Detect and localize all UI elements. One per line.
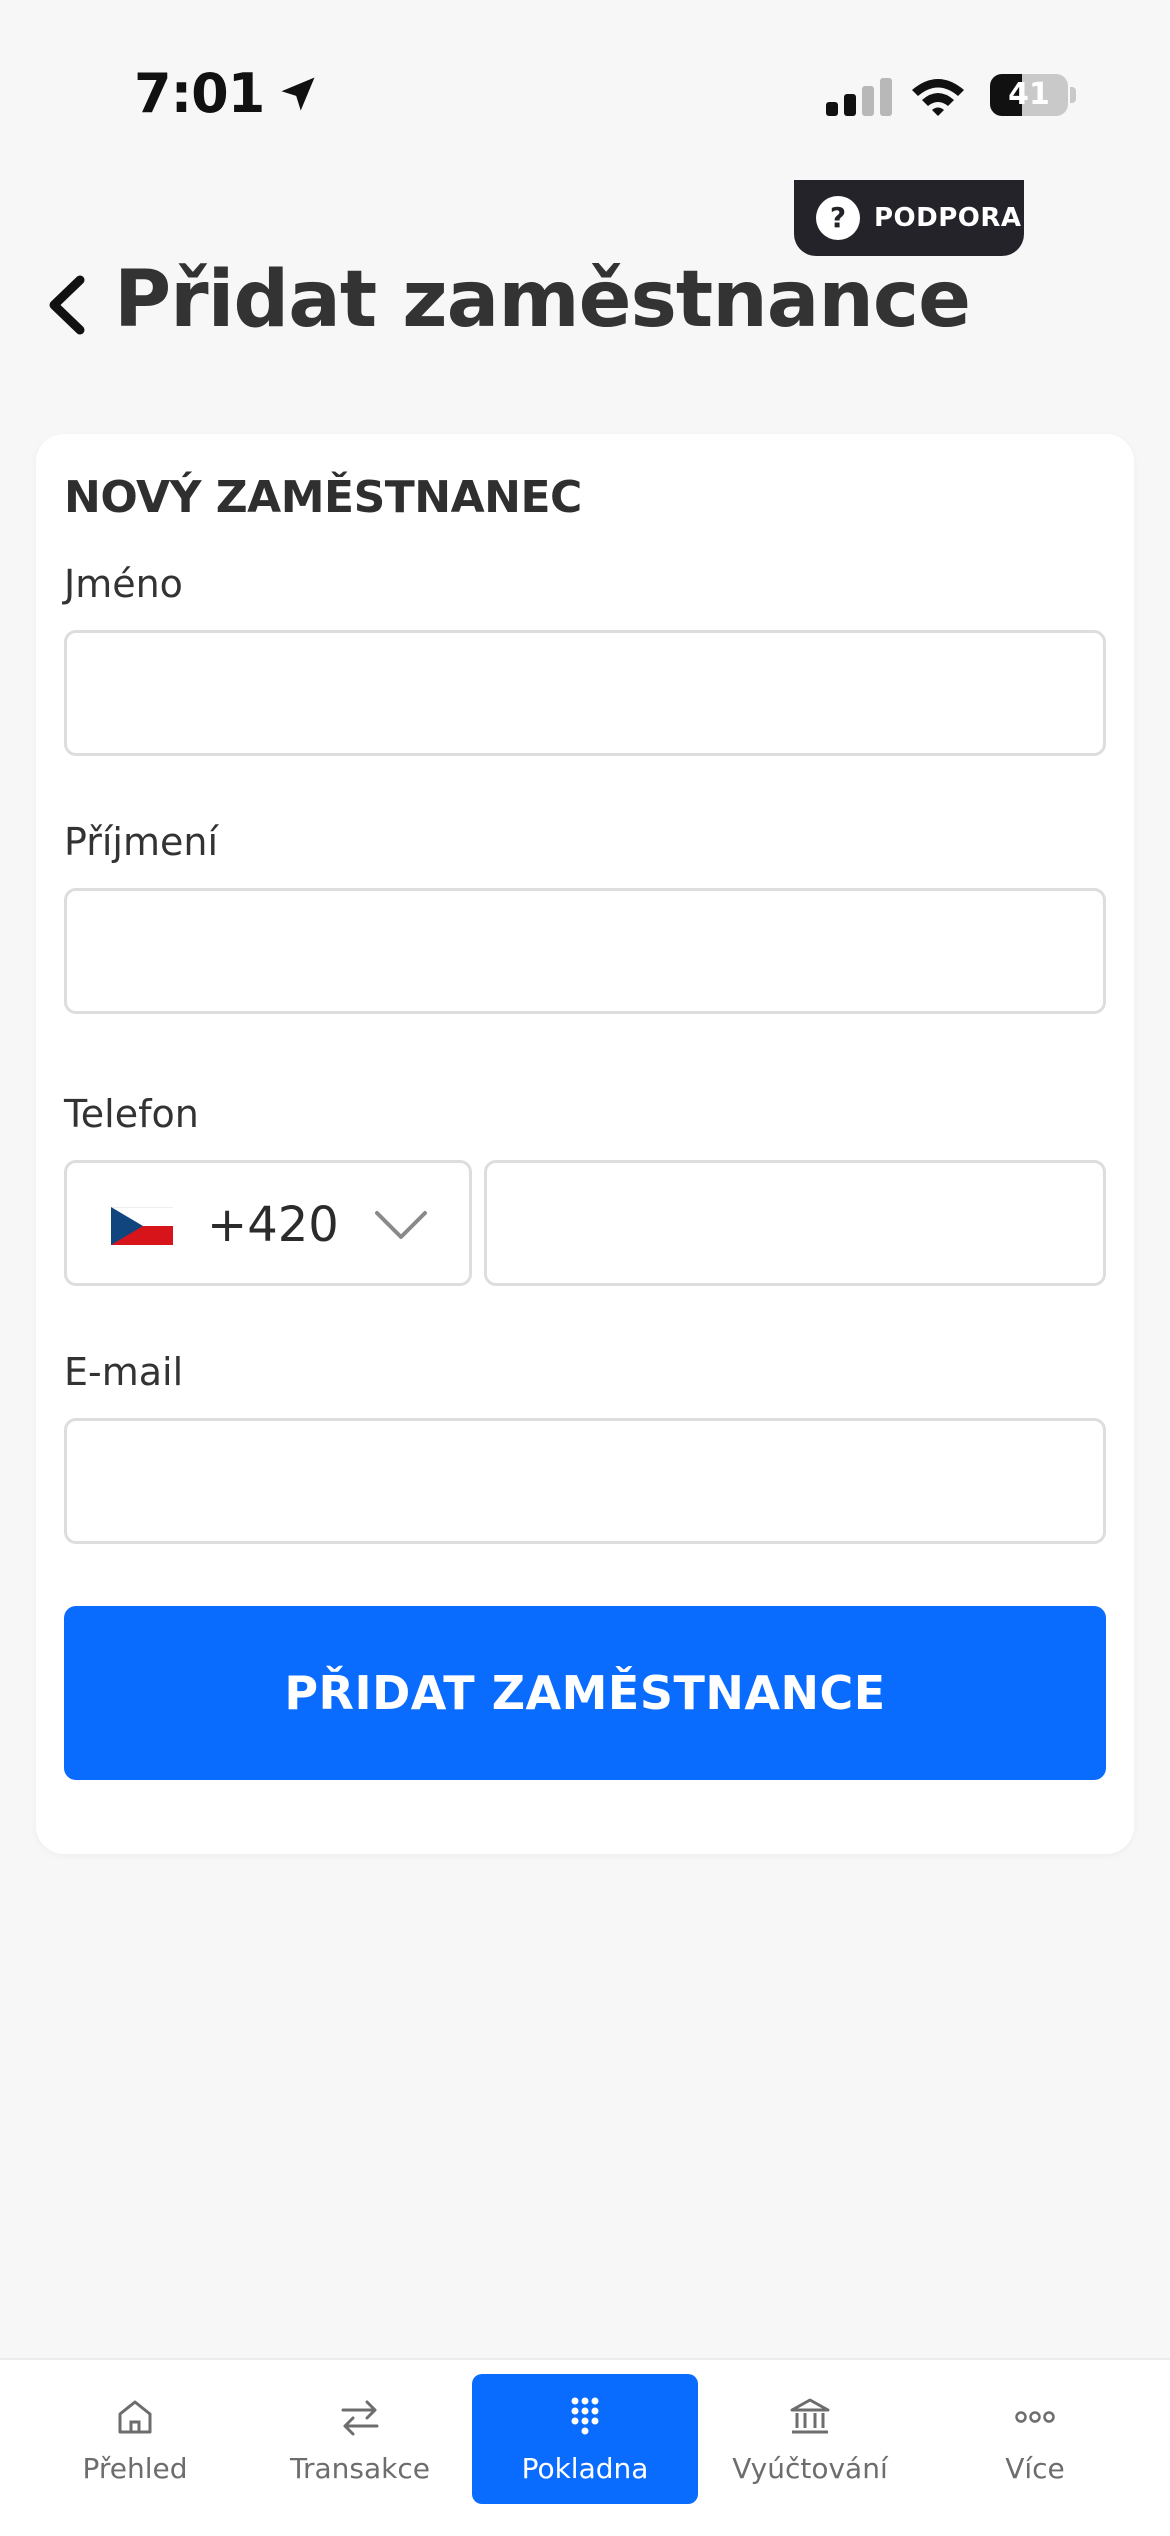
swap-arrows-icon	[341, 2400, 379, 2436]
first-name-label: Jméno	[64, 562, 183, 606]
more-dots-icon	[1015, 2411, 1055, 2423]
nav-item-vyuctovani[interactable]: Vyúčtování	[697, 2374, 923, 2504]
first-name-input[interactable]	[64, 630, 1106, 756]
status-bar: 7:01 41	[0, 0, 1170, 190]
last-name-label: Příjmení	[64, 820, 219, 864]
location-arrow-icon	[281, 77, 315, 110]
country-code-select[interactable]: +420	[64, 1160, 472, 1286]
nav-item-vice[interactable]: Více	[922, 2374, 1148, 2504]
bottom-nav: Přehled Transakce Pokladna Vyúčtování Ví…	[0, 2358, 1170, 2536]
wifi-icon	[912, 79, 964, 116]
last-name-input[interactable]	[64, 888, 1106, 1014]
screen: 7:01 41 ? PODPORA Přidat zaměstnance NOV…	[0, 0, 1170, 2536]
battery-icon: 41	[990, 74, 1076, 116]
page-title: Přidat zaměstnance	[114, 255, 971, 345]
battery-level-text: 41	[1008, 77, 1050, 112]
nav-item-prehled[interactable]: Přehled	[22, 2374, 248, 2504]
keypad-icon	[571, 2397, 599, 2435]
new-employee-card: NOVÝ ZAMĚSTNANEC Jméno Příjmení Telefon …	[36, 434, 1134, 1854]
phone-label: Telefon	[64, 1092, 199, 1136]
form-title: NOVÝ ZAMĚSTNANEC	[64, 472, 582, 523]
status-time: 7:01	[134, 62, 320, 125]
status-time-text: 7:01	[134, 62, 265, 125]
cellular-signal-icon	[826, 78, 892, 116]
nav-label: Transakce	[290, 2452, 430, 2485]
add-employee-button[interactable]: PŘIDAT ZAMĚSTNANCE	[64, 1606, 1106, 1780]
question-icon: ?	[816, 196, 860, 240]
nav-item-pokladna[interactable]: Pokladna	[472, 2374, 698, 2504]
chevron-down-icon	[375, 1211, 427, 1239]
back-chevron-icon[interactable]	[40, 270, 100, 340]
support-label: PODPORA	[874, 203, 1022, 233]
home-icon	[118, 2400, 152, 2434]
nav-label: Více	[1005, 2452, 1065, 2485]
nav-label: Přehled	[82, 2452, 188, 2485]
support-button[interactable]: ? PODPORA	[794, 180, 1024, 256]
email-label: E-mail	[64, 1350, 184, 1394]
country-code-value: +420	[207, 1197, 339, 1253]
email-input[interactable]	[64, 1418, 1106, 1544]
phone-number-input[interactable]	[484, 1160, 1106, 1286]
czech-flag-icon	[111, 1207, 173, 1245]
nav-label: Pokladna	[521, 2452, 649, 2485]
nav-item-transakce[interactable]: Transakce	[247, 2374, 473, 2504]
nav-label: Vyúčtování	[732, 2452, 888, 2485]
bank-icon	[790, 2398, 830, 2434]
